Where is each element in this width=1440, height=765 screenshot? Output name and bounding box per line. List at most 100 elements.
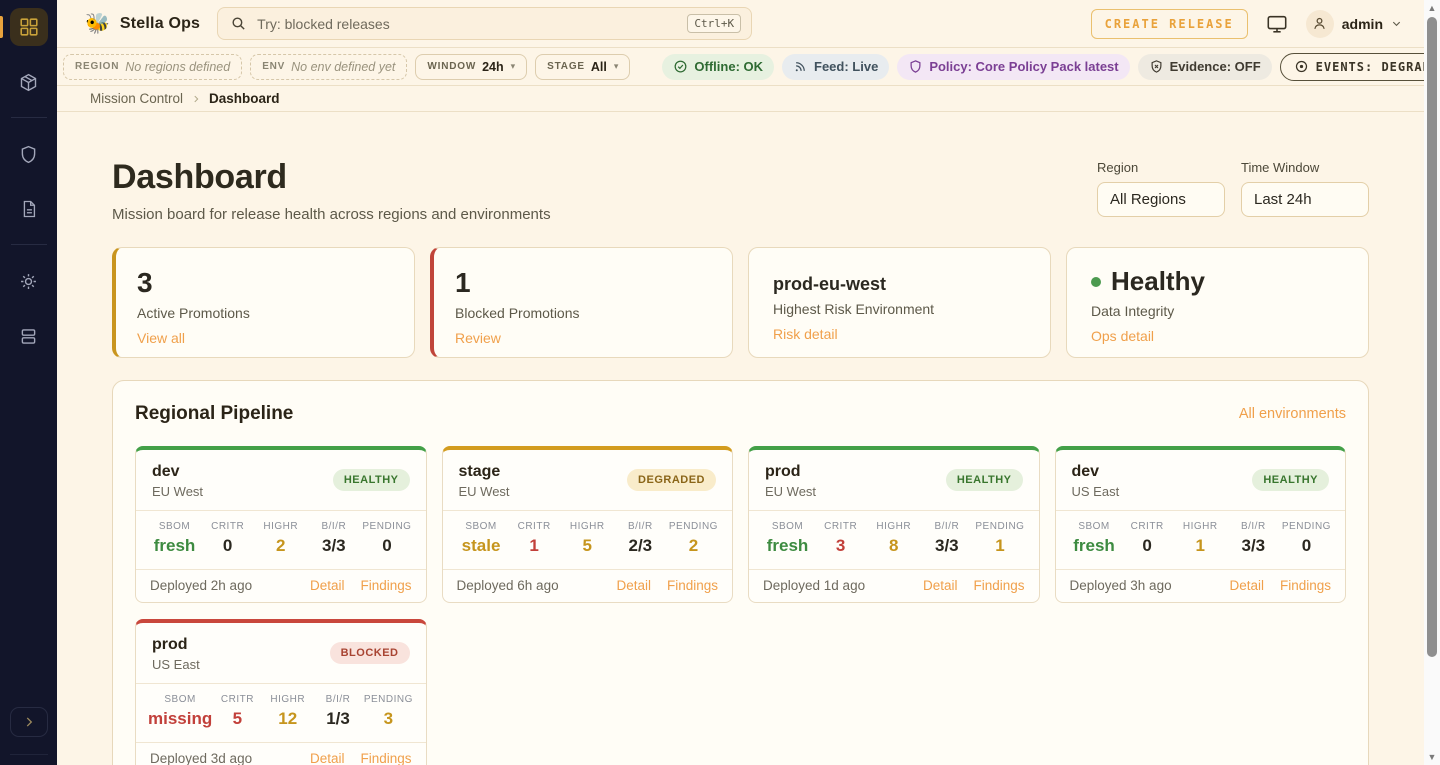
app-title: Stella Ops [120, 15, 200, 33]
summary-card: Healthy Data Integrity Ops detail [1066, 247, 1369, 358]
stat-label: B/I/R [313, 694, 363, 705]
env-filter-pill[interactable]: ENV No env defined yet [250, 54, 407, 80]
detail-link[interactable]: Detail [310, 751, 345, 765]
summary-value: 1 [455, 267, 708, 299]
detail-link[interactable]: Detail [923, 578, 958, 593]
sidebar-item-dashboard[interactable] [10, 8, 48, 46]
display-icon[interactable] [1266, 13, 1288, 35]
stat-pending: PENDING1 [973, 521, 1026, 556]
summary-label: Data Integrity [1091, 303, 1344, 319]
stat-critr: CRITR3 [814, 521, 867, 556]
findings-link[interactable]: Findings [973, 578, 1024, 593]
shortcut-badge: Ctrl+K [687, 14, 741, 33]
summary-card-link[interactable]: Review [455, 330, 501, 346]
findings-link[interactable]: Findings [360, 578, 411, 593]
create-release-button[interactable]: CREATE RELEASE [1091, 9, 1248, 39]
summary-card: prod-eu-west Highest Risk Environment Ri… [748, 247, 1051, 358]
policy-status-pill: Policy: Core Policy Pack latest [897, 54, 1129, 80]
stat-value: fresh [761, 536, 814, 556]
sidebar-expand-button[interactable] [10, 707, 48, 737]
window-filter-pill[interactable]: WINDOW 24h ▾ [415, 54, 527, 80]
time-window-select-label: Time Window [1241, 160, 1369, 175]
regional-pipeline-panel: Regional Pipeline All environments dev E… [112, 380, 1369, 765]
summary-card-link[interactable]: Ops detail [1091, 328, 1154, 344]
file-icon [19, 199, 39, 219]
stat-label: B/I/R [307, 521, 360, 532]
environment-region: EU West [152, 484, 203, 499]
sidebar-item-documents[interactable] [10, 190, 48, 228]
detail-link[interactable]: Detail [1229, 578, 1264, 593]
environment-region: EU West [765, 484, 816, 499]
chevron-right-icon [22, 715, 36, 729]
region-select[interactable]: All Regions [1097, 182, 1225, 217]
stage-filter-pill[interactable]: STAGE All ▾ [535, 54, 630, 80]
scrollbar[interactable]: ▲ ▼ [1424, 0, 1440, 765]
time-window-select[interactable]: Last 24h [1241, 182, 1369, 217]
person-icon [1311, 15, 1328, 32]
check-circle-icon [673, 59, 688, 74]
sidebar-item-settings[interactable] [10, 262, 48, 300]
panel-title: Regional Pipeline [135, 403, 293, 425]
page-subtitle: Mission board for release health across … [112, 206, 551, 223]
scrollbar-thumb[interactable] [1427, 17, 1437, 657]
summary-card: 3 Active Promotions View all [112, 247, 415, 358]
stat-value: 3/3 [1227, 536, 1280, 556]
summary-card-link[interactable]: Risk detail [773, 326, 838, 342]
findings-link[interactable]: Findings [667, 578, 718, 593]
deployed-timestamp: Deployed 6h ago [457, 578, 559, 593]
stat-label: HIGHR [561, 521, 614, 532]
sidebar-item-security[interactable] [10, 135, 48, 173]
detail-link[interactable]: Detail [616, 578, 651, 593]
stat-value: 3/3 [920, 536, 973, 556]
summary-label: Highest Risk Environment [773, 301, 1026, 317]
sidebar-divider [11, 244, 47, 245]
sidebar-item-infrastructure[interactable] [10, 317, 48, 355]
global-search[interactable]: Ctrl+K [217, 7, 752, 40]
stat-label: SBOM [148, 694, 212, 705]
region-filter-pill[interactable]: REGION No regions defined [63, 54, 242, 80]
findings-link[interactable]: Findings [360, 751, 411, 765]
sidebar-item-releases[interactable] [10, 63, 48, 101]
search-input[interactable] [257, 16, 687, 32]
stat-value: 3 [814, 536, 867, 556]
grid-icon [18, 16, 40, 38]
scroll-down-arrow[interactable]: ▼ [1424, 749, 1440, 765]
stat-critr: CRITR0 [1121, 521, 1174, 556]
stat-value: fresh [1068, 536, 1121, 556]
top-bar: 🐝 Stella Ops Ctrl+K CREATE RELEASE admin [57, 0, 1424, 48]
stat-highr: HIGHR 1 [1174, 521, 1227, 556]
breadcrumb-mission-control[interactable]: Mission Control [90, 91, 183, 106]
all-environments-link[interactable]: All environments [1239, 406, 1346, 422]
stat-value: 5 [561, 536, 614, 556]
stat-value: 0 [1280, 536, 1333, 556]
stat-critr: CRITR0 [201, 521, 254, 556]
status-badge: HEALTHY [333, 469, 410, 491]
stats-row: SBOMfreshCRITR0HIGHR1B/I/R3/3PENDING0 [1056, 511, 1346, 570]
environment-name: stage [459, 463, 510, 481]
shield-x-icon [1149, 59, 1164, 74]
stat-value: 0 [201, 536, 254, 556]
stat-label: SBOM [761, 521, 814, 532]
pipeline-card: stage EU West DEGRADED SBOMstaleCRITR1HI… [442, 446, 734, 603]
summary-card: 1 Blocked Promotions Review [430, 247, 733, 358]
stat-label: HIGHR [1174, 521, 1227, 532]
sidebar [0, 0, 57, 765]
summary-card-link[interactable]: View all [137, 330, 185, 346]
page-title: Dashboard [112, 158, 551, 197]
stat-critr: CRITR5 [212, 694, 262, 729]
environment-region: EU West [459, 484, 510, 499]
stat-value: stale [455, 536, 508, 556]
app-logo-icon: 🐝 [85, 14, 110, 34]
events-status-pill[interactable]: EVENTS: DEGRADED [1280, 53, 1440, 81]
detail-link[interactable]: Detail [310, 578, 345, 593]
scroll-up-arrow[interactable]: ▲ [1424, 0, 1440, 16]
stat-value: 5 [212, 709, 262, 729]
stat-label: PENDING [360, 521, 413, 532]
user-menu[interactable]: admin [1306, 10, 1402, 38]
stat-label: PENDING [1280, 521, 1333, 532]
stat-value: 1 [1174, 536, 1227, 556]
stat-value: 1 [973, 536, 1026, 556]
findings-link[interactable]: Findings [1280, 578, 1331, 593]
deployed-timestamp: Deployed 2h ago [150, 578, 252, 593]
stat-label: B/I/R [920, 521, 973, 532]
